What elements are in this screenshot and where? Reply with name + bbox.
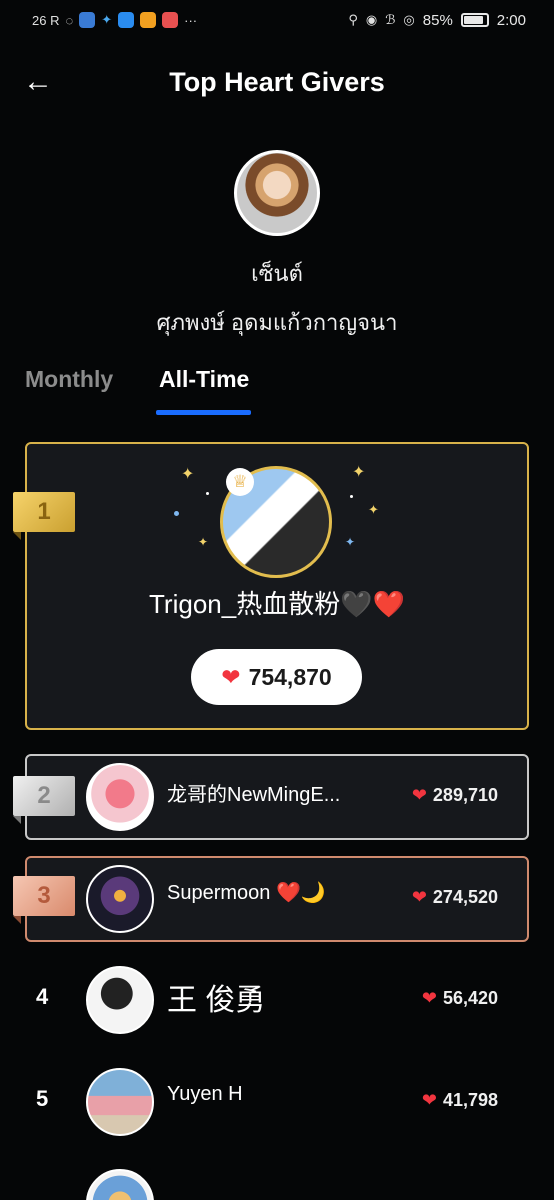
crown-icon: ♕: [226, 468, 254, 496]
sparkle-icon: ✦: [352, 464, 366, 481]
avatar[interactable]: [86, 763, 154, 831]
top-giver-name: Trigon_热血散粉🖤❤️: [149, 589, 405, 619]
sparkle-icon: ✦: [198, 535, 209, 549]
list-item-partial[interactable]: [0, 1160, 554, 1200]
giver-score: ❤ 56,420: [422, 988, 498, 1009]
sparkle-dot: [174, 511, 179, 516]
rank-number: 4: [36, 984, 49, 1009]
giver-name: Supermoon ❤️🌙: [167, 882, 326, 904]
list-item[interactable]: 4 王 俊勇 ❤ 56,420: [0, 957, 554, 1043]
giver-score: ❤ 41,798: [422, 1090, 498, 1111]
eye-icon: ◉: [365, 12, 378, 27]
creator-profile: เซ็นต์ ศุภพงษ์ อุดมแก้วกาญจนา: [0, 150, 554, 340]
sparkle-dot: [350, 495, 353, 498]
sparkle-icon: ✦: [345, 535, 356, 549]
active-tab-indicator: [156, 410, 251, 415]
avatar[interactable]: [86, 1068, 154, 1136]
heart-icon: ❤: [411, 887, 427, 907]
twitter-icon: ✦: [101, 12, 113, 27]
wifi-icon: ◌: [65, 12, 74, 28]
page-title: Top Heart Givers: [169, 66, 385, 97]
status-left: 26 R ◌ ✦ ···: [32, 12, 197, 28]
top-giver-score-pill: ❤ 754,870: [191, 649, 362, 705]
score-value: 289,710: [432, 785, 498, 805]
signal-icon: 26 R: [32, 12, 60, 28]
giver-name: 王 俊勇: [167, 984, 266, 1017]
heart-icon: ❤: [411, 785, 427, 805]
bell-muted-icon: ◎: [403, 12, 415, 27]
cloud-app-icon: [118, 12, 135, 28]
app-notification-icon: [79, 12, 96, 28]
heart-icon: ❤: [221, 663, 241, 690]
status-bar: 26 R ◌ ✦ ··· ⚲ ◉ ℬ ◎ 85% 2:00: [0, 0, 554, 40]
sparkle-dot: [206, 492, 209, 495]
creator-name: เซ็นต์: [251, 261, 303, 286]
period-tabs: Monthly All-Time: [0, 362, 554, 418]
calendar-app-icon: [162, 12, 179, 28]
giver-name: Yuyen H: [167, 1083, 243, 1105]
sparkle-icon: ✦: [181, 466, 195, 483]
battery-icon: [460, 13, 489, 27]
list-item[interactable]: 5 Yuyen H ❤ 41,798: [0, 1059, 554, 1145]
score-value: 41,798: [442, 1090, 498, 1110]
creator-fullname: ศุภพงษ์ อุดมแก้วกาญจนา: [156, 310, 398, 335]
list-item: Supermoon ❤️🌙 ❤ 274,520: [0, 856, 554, 942]
score-value: 56,420: [442, 988, 498, 1008]
giver-name: 龙哥的NewMingE...: [167, 784, 341, 806]
bluetooth-icon: ℬ: [385, 12, 396, 27]
more-notifications-icon: ···: [184, 12, 198, 28]
heart-icon: ❤: [421, 988, 437, 1008]
back-arrow-icon[interactable]: ←: [20, 64, 56, 100]
tab-all-time[interactable]: All-Time: [159, 366, 249, 393]
avatar[interactable]: [86, 966, 154, 1034]
list-item: 龙哥的NewMingE... ❤ 289,710: [0, 754, 554, 840]
status-right: ⚲ ◉ ℬ ◎ 85% 2:00: [348, 12, 526, 29]
score-value: 274,520: [432, 887, 498, 907]
sparkle-icon: ✦: [368, 502, 379, 517]
avatar[interactable]: [86, 865, 154, 933]
heart-icon: ❤: [421, 1090, 437, 1110]
top-giver-score: 754,870: [248, 663, 332, 690]
rank-badge-gold: 1: [13, 492, 75, 540]
weibo-icon: [140, 12, 157, 28]
avatar[interactable]: [86, 1169, 154, 1200]
giver-score: ❤ 289,710: [412, 785, 498, 806]
key-icon: ⚲: [348, 12, 358, 27]
tab-monthly[interactable]: Monthly: [25, 366, 113, 393]
battery-percent: 85%: [422, 11, 453, 29]
clock: 2:00: [496, 11, 526, 29]
giver-score: ❤ 274,520: [412, 887, 498, 908]
rank-number: 5: [36, 1086, 49, 1111]
creator-avatar[interactable]: [234, 150, 320, 236]
header: ← Top Heart Givers: [0, 56, 554, 108]
